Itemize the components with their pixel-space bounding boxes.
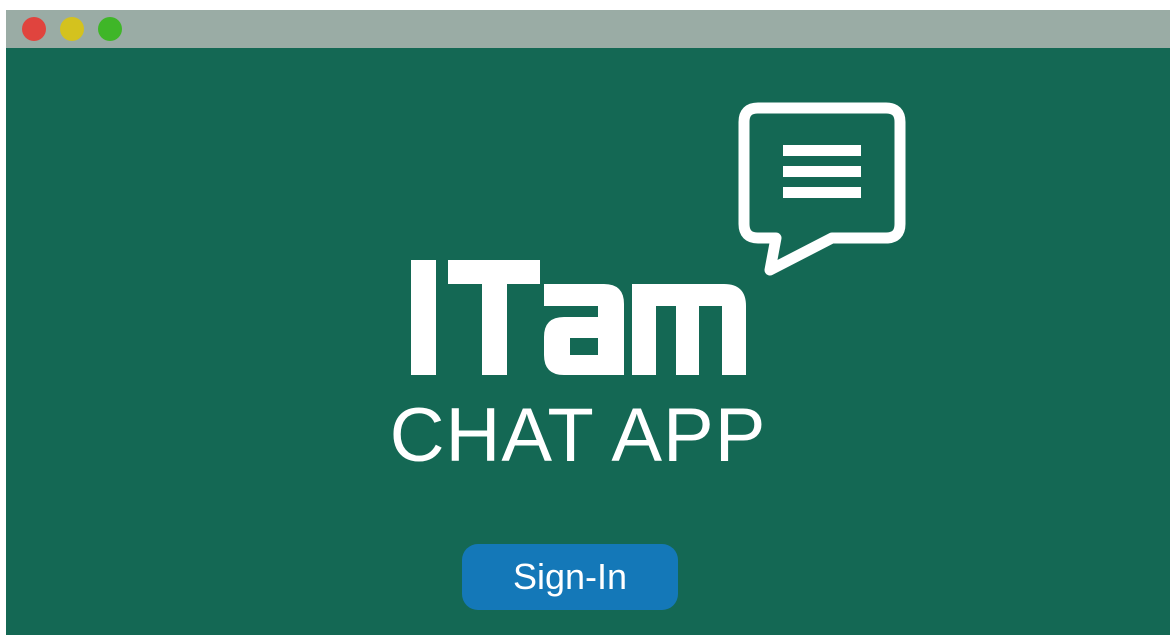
app-title: CHAT APP bbox=[389, 393, 767, 478]
window-minimize-button[interactable] bbox=[60, 17, 84, 41]
itam-wordmark bbox=[411, 260, 746, 375]
window-titlebar bbox=[6, 10, 1170, 48]
itam-logo bbox=[386, 102, 926, 392]
app-window: CHAT APP Sign-In bbox=[6, 10, 1170, 635]
window-close-button[interactable] bbox=[22, 17, 46, 41]
window-maximize-button[interactable] bbox=[98, 17, 122, 41]
sign-in-button[interactable]: Sign-In bbox=[462, 544, 678, 610]
itam-logo-graphic bbox=[411, 102, 906, 375]
chat-bubble-lines-icon bbox=[738, 102, 906, 276]
